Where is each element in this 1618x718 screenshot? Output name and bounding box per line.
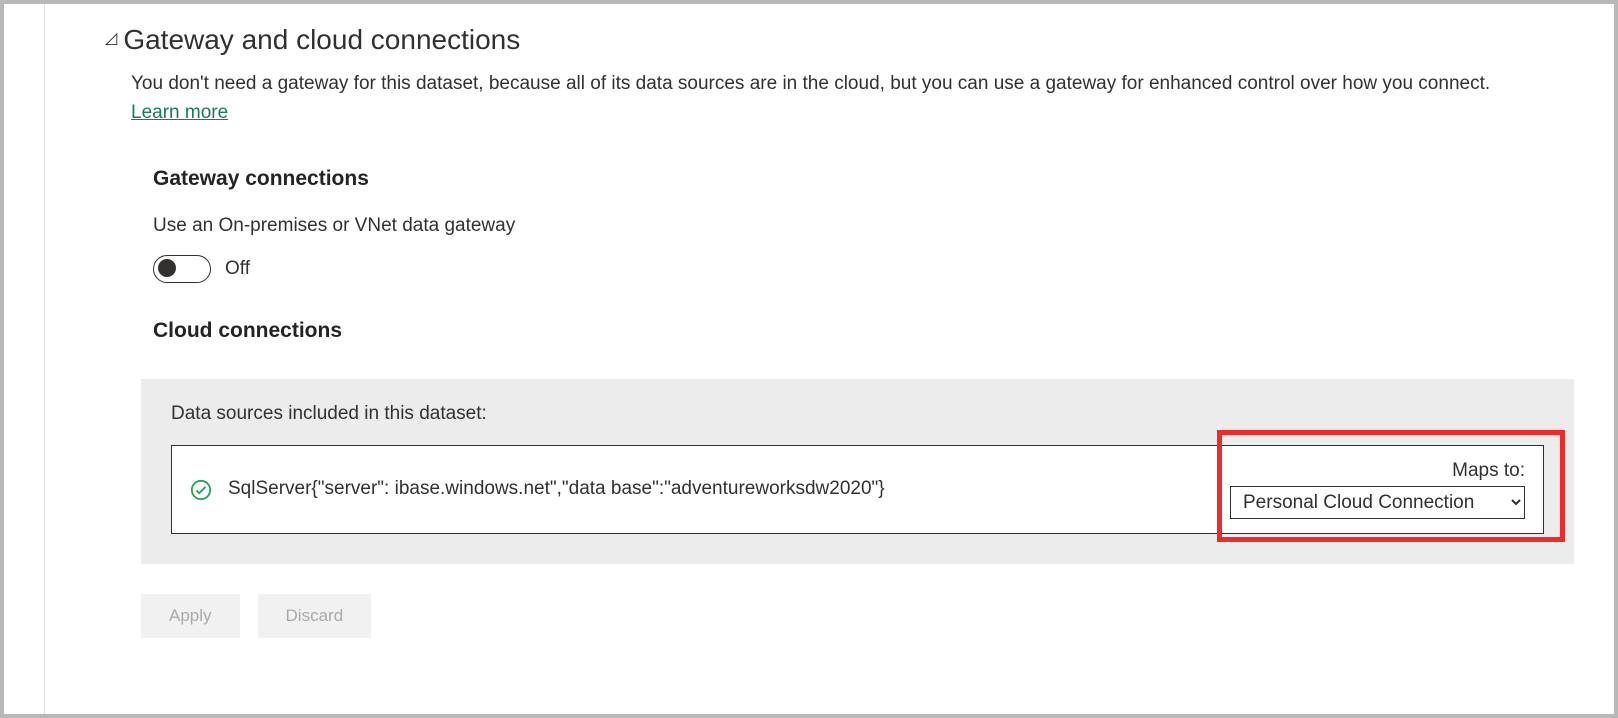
data-source-row: SqlServer{"server": ibase.windows.net","… (171, 445, 1544, 534)
panel-label: Data sources included in this dataset: (171, 403, 1544, 425)
section-description: You don't need a gateway for this datase… (131, 70, 1531, 127)
collapse-triangle-icon: ◿ (105, 28, 117, 48)
check-circle-icon (190, 479, 212, 501)
apply-button[interactable]: Apply (141, 594, 240, 638)
gateway-toggle-state: Off (225, 258, 250, 280)
maps-to-area: Maps to: Personal Cloud Connection (1225, 460, 1525, 519)
description-text: You don't need a gateway for this datase… (131, 73, 1490, 94)
maps-to-label: Maps to: (1452, 460, 1525, 482)
data-source-text: SqlServer{"server": ibase.windows.net","… (228, 476, 1209, 503)
gateway-toggle[interactable] (153, 255, 211, 283)
section-title: Gateway and cloud connections (123, 24, 520, 56)
cloud-heading: Cloud connections (153, 319, 1584, 343)
cloud-connections-section: Cloud connections (153, 319, 1584, 343)
learn-more-link[interactable]: Learn more (131, 102, 228, 123)
gateway-heading: Gateway connections (153, 167, 1584, 191)
section-header[interactable]: ◿ Gateway and cloud connections (105, 24, 1584, 56)
action-row: Apply Discard (141, 594, 1584, 638)
gateway-connections-section: Gateway connections Use an On-premises o… (153, 167, 1584, 283)
maps-to-select[interactable]: Personal Cloud Connection (1230, 486, 1525, 519)
data-sources-panel: Data sources included in this dataset: S… (141, 379, 1574, 564)
discard-button[interactable]: Discard (258, 594, 372, 638)
gateway-toggle-label: Use an On-premises or VNet data gateway (153, 215, 1584, 237)
toggle-knob-icon (158, 259, 176, 277)
